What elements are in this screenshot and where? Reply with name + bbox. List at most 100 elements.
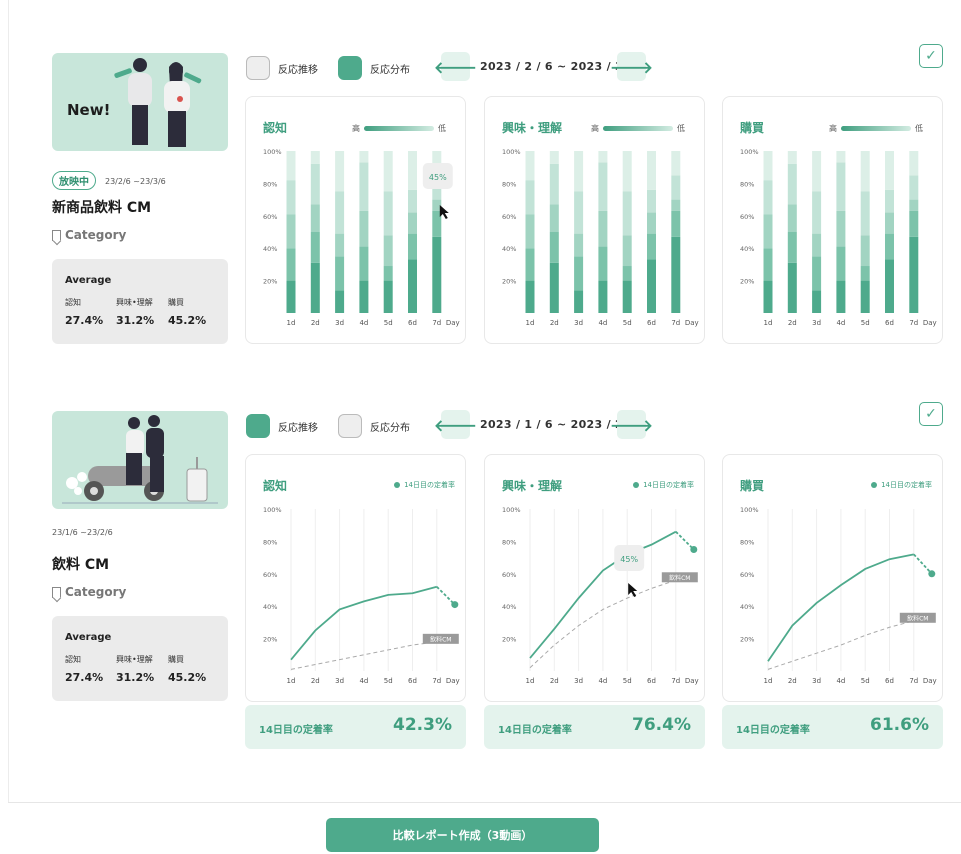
bar-segment (549, 204, 559, 232)
retention-rate-interest: 14日目の定着率 76.4% (484, 705, 705, 749)
bar-segment (812, 290, 822, 313)
bar-segment (787, 204, 797, 232)
x-tick-label: 7d (432, 677, 441, 685)
y-tick-label: 60% (263, 213, 277, 221)
average-metric-awareness: 認知 27.4% (65, 654, 103, 684)
status-badge: 放映中 (52, 171, 96, 190)
radio-box-selected[interactable] (338, 56, 362, 80)
x-tick-label: 4d (359, 677, 368, 685)
bar-segment (622, 235, 632, 267)
thumbnail-new-label: New! (67, 101, 111, 119)
bar-segment (671, 175, 681, 200)
y-tick-label: 100% (263, 148, 282, 156)
bar-segment (549, 232, 559, 263)
y-tick-label: 40% (263, 603, 277, 611)
prev-period-button[interactable]: 🡐 (434, 410, 477, 439)
y-tick-label: 100% (740, 506, 759, 514)
bar-segment (647, 189, 656, 213)
bar-segment (598, 162, 608, 211)
tooltip-value: 45% (620, 555, 638, 564)
chart-card-awareness: 認知 高 低 20% 40% 60% 80% 100% 1d 2d 3d 4d 5d 6d 7d Day… (245, 96, 466, 344)
bar-segment (286, 151, 296, 181)
x-tick-label: 1d (764, 319, 773, 327)
x-unit-label: Day (923, 319, 937, 327)
x-tick-label: 3d (812, 319, 821, 327)
bar-segment (574, 191, 584, 234)
thumbnail-drink-cm[interactable] (52, 411, 228, 509)
bar-segment (359, 210, 369, 247)
bar-segment (909, 210, 919, 237)
bar-segment (408, 259, 417, 313)
select-checkbox[interactable]: ✓ (919, 44, 943, 68)
bar-segment (598, 151, 608, 163)
metric-label: 購買 (168, 298, 184, 307)
metric-label: 興味•理解 (116, 298, 153, 307)
chart-card-purchase: 購買 高 低 20% 40% 60% 80% 100% 1d 2d 3d 4d 5d 6d 7d Day (722, 96, 943, 344)
x-unit-label: Day (923, 677, 937, 685)
toggle-trend[interactable]: 反応推移 (246, 56, 318, 80)
bar-chart-interest: 20% 40% 60% 80% 100% 1d 2d 3d 4d 5d 6d 7d Day (502, 148, 699, 327)
line-chart-awareness: 20% 40% 60% 80% 100% 1d 2d 3d 4d 5d 6d 7d Day 飲料CM (263, 506, 460, 685)
tooltip-value: 45% (429, 173, 447, 182)
average-panel: Average 認知 27.4% 興味•理解 31.2% 購買 45.2% (52, 259, 228, 344)
radio-box-selected[interactable] (246, 414, 270, 438)
create-comparison-report-button[interactable]: 比較レポート作成（3動画） (326, 818, 599, 852)
bar-segment (860, 266, 870, 281)
category-link[interactable]: Category (52, 585, 126, 599)
average-panel: Average 認知 27.4% 興味•理解 31.2% 購買 45.2% (52, 616, 228, 701)
prev-period-button[interactable]: 🡐 (434, 52, 477, 81)
next-period-button[interactable]: 🡒 (610, 52, 653, 81)
x-tick-label: 6d (647, 319, 656, 327)
y-tick-label: 20% (502, 636, 516, 644)
bar-segment (335, 151, 345, 192)
toggle-distribution[interactable]: 反応分布 (338, 56, 410, 80)
retention-rate-awareness: 14日目の定着率 42.3% (245, 705, 466, 749)
bar-segment (574, 233, 584, 257)
x-tick-label: 3d (335, 319, 344, 327)
bar-segment (812, 191, 822, 234)
radio-box[interactable] (338, 414, 362, 438)
bar-segment (671, 236, 681, 313)
bar-segment (622, 151, 632, 192)
bar-segment (310, 204, 320, 232)
average-metric-purchase: 購買 45.2% (168, 654, 206, 684)
y-tick-label: 40% (740, 245, 754, 253)
y-tick-label: 100% (502, 506, 521, 514)
toggle-dist-label: 反応分布 (370, 422, 410, 434)
category-label: Category (65, 585, 127, 599)
bar-segment (359, 280, 369, 313)
bar-segment (335, 191, 345, 234)
retention-value: 42.3% (393, 715, 452, 735)
toggle-trend[interactable]: 反応推移 (246, 414, 318, 438)
x-tick-label: 5d (384, 319, 393, 327)
bar-segment (812, 151, 822, 192)
y-tick-label: 60% (740, 213, 754, 221)
bar-segment (885, 212, 894, 234)
bar-segment (549, 163, 559, 205)
x-tick-label: 5d (623, 319, 632, 327)
x-tick-label: 5d (861, 319, 870, 327)
bar-segment (909, 199, 919, 211)
toggle-distribution[interactable]: 反応分布 (338, 414, 410, 438)
x-tick-label: 3d (812, 677, 821, 685)
thumbnail-new-drink[interactable]: New! (52, 53, 228, 151)
y-tick-label: 40% (740, 603, 754, 611)
y-tick-label: 60% (740, 571, 754, 579)
select-checkbox[interactable]: ✓ (919, 402, 943, 426)
y-tick-label: 100% (263, 506, 282, 514)
next-period-button[interactable]: 🡒 (610, 410, 653, 439)
bar-segment (549, 151, 559, 164)
x-tick-label: 7d (671, 677, 680, 685)
category-link[interactable]: Category (52, 228, 126, 242)
x-tick-label: 6d (885, 319, 894, 327)
metric-value: 27.4% (65, 314, 104, 327)
y-tick-label: 20% (502, 278, 516, 286)
bar-segment (763, 180, 773, 215)
bar-segment (383, 280, 393, 313)
x-tick-label: 1d (287, 319, 296, 327)
bar-segment (647, 151, 656, 190)
radio-box[interactable] (246, 56, 270, 80)
y-tick-label: 40% (502, 603, 516, 611)
bar-segment (286, 214, 296, 249)
arrow-right-icon: 🡒 (610, 415, 653, 435)
